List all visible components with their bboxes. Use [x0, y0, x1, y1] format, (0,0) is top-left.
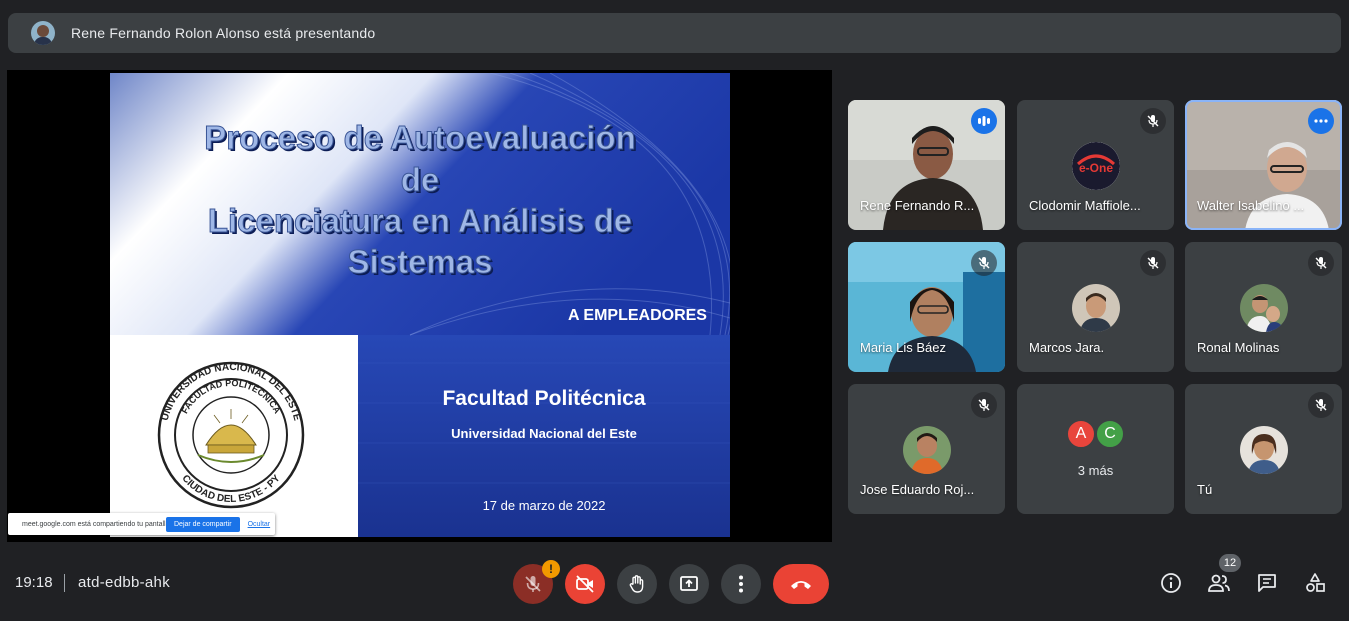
- participant-name: Clodomir Maffiole...: [1029, 198, 1141, 213]
- meeting-code: atd-edbb-ahk: [78, 574, 170, 591]
- slide-title-line-4: Sistemas: [347, 243, 493, 281]
- eone-logo-icon: e-One: [1072, 142, 1120, 190]
- participant-tile[interactable]: Marcos Jara.: [1017, 242, 1174, 372]
- people-icon: [1208, 574, 1230, 592]
- participant-tile[interactable]: Walter Isabelino ...: [1185, 100, 1342, 230]
- mic-off-icon: [971, 250, 997, 276]
- more-vert-icon: [739, 575, 743, 593]
- present-now-button[interactable]: [669, 564, 709, 604]
- mic-off-icon: [971, 392, 997, 418]
- more-options-button[interactable]: [721, 564, 761, 604]
- participant-avatar: e-One: [1072, 142, 1120, 190]
- stop-sharing-button[interactable]: Dejar de compartir: [166, 516, 240, 532]
- raise-hand-button[interactable]: [617, 564, 657, 604]
- present-screen-icon: [680, 576, 698, 591]
- university-seal: UNIVERSIDAD NACIONAL DEL ESTE CIUDAD DEL…: [157, 361, 305, 509]
- university-seal-panel: UNIVERSIDAD NACIONAL DEL ESTE CIUDAD DEL…: [110, 335, 358, 537]
- chat-button[interactable]: [1254, 570, 1280, 596]
- slide-subtitle: A EMPLEADORES: [568, 307, 707, 324]
- presentation-slide: Proceso de Autoevaluación de Licenciatur…: [110, 73, 730, 537]
- participant-count-badge: 12: [1219, 554, 1241, 572]
- people-button[interactable]: [1206, 570, 1232, 596]
- participant-tile[interactable]: Rene Fernando R...: [848, 100, 1005, 230]
- participant-avatar: [903, 426, 951, 474]
- mic-off-icon: [1308, 392, 1334, 418]
- participant-name: Ronal Molinas: [1197, 340, 1280, 355]
- info-icon: [1161, 573, 1181, 593]
- speaking-indicator-icon: [971, 108, 997, 134]
- participant-name: Tú: [1197, 482, 1213, 497]
- screen-share-notice: meet.google.com está compartiendo tu pan…: [8, 513, 275, 535]
- chat-icon: [1258, 574, 1276, 592]
- more-options-icon[interactable]: [1308, 108, 1334, 134]
- participant-tile[interactable]: Maria Lis Báez: [848, 242, 1005, 372]
- participant-name: Maria Lis Báez: [860, 340, 946, 355]
- mic-off-icon: [525, 576, 541, 592]
- participant-name: Jose Eduardo Roj...: [860, 482, 975, 497]
- participant-tile[interactable]: Jose Eduardo Roj...: [848, 384, 1005, 514]
- slide-date: 17 de marzo de 2022: [482, 498, 606, 513]
- mic-off-icon: [1308, 250, 1334, 276]
- self-tile[interactable]: Tú: [1185, 384, 1342, 514]
- slide-title-line-1: Proceso de Autoevaluación: [204, 119, 637, 157]
- control-bar: 19:18 atd-edbb-ahk ! 12: [0, 554, 1349, 608]
- camera-off-icon: [576, 575, 594, 593]
- participant-name: Walter Isabelino ...: [1197, 198, 1305, 213]
- participant-avatar: [1240, 426, 1288, 474]
- current-time: 19:18: [15, 574, 53, 591]
- presenter-avatar: [31, 21, 55, 45]
- slide-university: Universidad Nacional del Este: [451, 426, 637, 441]
- leave-call-button[interactable]: [773, 564, 829, 604]
- participant-name: Marcos Jara.: [1029, 340, 1105, 355]
- avatar-c: C: [1095, 419, 1125, 449]
- participant-tile[interactable]: e-One Clodomir Maffiole...: [1017, 100, 1174, 230]
- shared-screen: Proceso de Autoevaluación de Licenciatur…: [7, 70, 832, 542]
- divider: [64, 574, 65, 592]
- slide-faculty: Facultad Politécnica: [442, 387, 646, 410]
- share-notice-message: meet.google.com está compartiendo tu pan…: [22, 520, 172, 528]
- mic-off-icon: [1140, 250, 1166, 276]
- avatar-a: A: [1066, 419, 1096, 449]
- activities-shapes-icon: [1306, 573, 1325, 592]
- presenting-text: Rene Fernando Rolon Alonso está presenta…: [71, 25, 376, 41]
- svg-text:e-One: e-One: [1079, 161, 1113, 175]
- participant-name: Rene Fernando R...: [860, 198, 975, 213]
- mic-off-icon: [1140, 108, 1166, 134]
- meeting-details-button[interactable]: [1158, 570, 1184, 596]
- more-participants-count: 3 más: [1077, 463, 1114, 478]
- slide-title-line-3: Licenciatura en Análisis de: [207, 202, 633, 240]
- slide-title-line-2: de: [400, 161, 440, 199]
- hang-up-icon: [791, 581, 811, 589]
- participant-avatar: [1072, 284, 1120, 332]
- activities-button[interactable]: [1302, 570, 1328, 596]
- camera-toggle-button[interactable]: [565, 564, 605, 604]
- participant-tile[interactable]: Ronal Molinas: [1185, 242, 1342, 372]
- raise-hand-icon: [629, 575, 644, 593]
- more-participants-tile[interactable]: A C 3 más: [1017, 384, 1174, 514]
- mic-warning-badge: !: [542, 560, 560, 578]
- participant-avatar: [1240, 284, 1288, 332]
- presenter-banner: Rene Fernando Rolon Alonso está presenta…: [8, 13, 1341, 53]
- hide-notice-link[interactable]: Ocultar: [248, 521, 271, 528]
